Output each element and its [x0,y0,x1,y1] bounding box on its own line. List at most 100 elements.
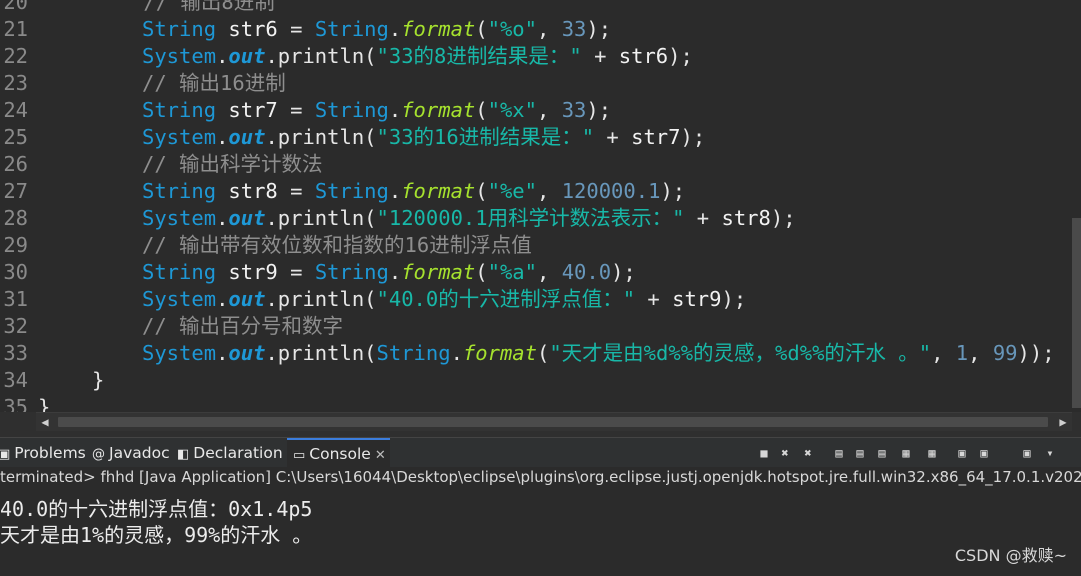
declaration-icon: ◧ [177,447,190,462]
javadoc-icon: @ [92,447,105,462]
editor-horizontal-scrollbar[interactable]: ◀ ▶ [36,412,1072,431]
code-line[interactable]: 25 System.out.println("33的16进制结果是：" + str… [0,124,1070,151]
terminate-icon[interactable]: ■ [757,446,771,460]
remove-all-terminated-icon[interactable]: ✖ [801,446,815,460]
code-token: = [277,17,315,41]
line-number: 30 [3,260,28,284]
line-number: 34 [3,368,28,392]
code-line[interactable]: 27 String str8 = String.format("%e", 1200… [0,178,1070,205]
tab-console[interactable]: ▭ Console ✕ [287,438,390,468]
code-token: + [594,125,632,149]
line-number: 22 [3,44,28,68]
show-console-stdout-icon[interactable]: ▦ [925,446,939,460]
code-token: str9 [228,260,278,284]
code-token: str8 [721,206,771,230]
code-line[interactable]: 20 // 输出8进制 [0,0,1070,16]
code-line[interactable]: 33 System.out.println(String.format("天才是由… [0,340,1070,367]
code-token: str9 [672,287,722,311]
code-line[interactable]: 21 String str6 = String.format("%o", 33); [0,16,1070,43]
console-output-line: 天才是由1%的灵感，99%的汗水 。 [0,523,313,547]
view-menu-icon[interactable]: ▾ [1043,446,1057,460]
code-token: ); [586,98,612,122]
open-console-icon[interactable]: ▣ [977,446,991,460]
code-text: String str9 = String.format("%a", 40.0); [142,259,636,286]
code-token: . [450,341,463,365]
new-console-icon[interactable]: ▣ [1020,446,1034,460]
code-token: "40.0的十六进制浮点值：" [376,287,636,311]
pin-console-icon[interactable]: ▦ [899,446,913,460]
code-token: String [142,98,217,122]
code-token: "%o" [487,17,537,41]
line-number: 23 [3,71,28,95]
code-line[interactable]: 26 // 输出科学计数法 [0,151,1070,178]
code-token: 40.0 [561,260,612,284]
code-line[interactable]: 30 String str9 = String.format("%a", 40.0… [0,259,1070,286]
code-token: . [388,179,402,203]
code-token: = [277,260,315,284]
code-token: } [92,368,105,392]
scroll-lock-icon[interactable]: ▤ [853,446,867,460]
code-line[interactable]: 24 String str7 = String.format("%x", 33); [0,97,1070,124]
scroll-left-icon[interactable]: ◀ [36,413,54,431]
code-token: + [635,287,673,311]
code-token: System [142,287,217,311]
code-token: String [142,260,217,284]
code-token: String [314,17,389,41]
word-wrap-icon[interactable]: ▤ [875,446,889,460]
code-token: , [968,341,993,365]
line-number: 28 [3,206,28,230]
code-text: System.out.println("120000.1用科学计数法表示：" +… [142,205,796,232]
line-number: 25 [3,125,28,149]
code-line[interactable]: 22 System.out.println("33的8进制结果是：" + str6… [0,43,1070,70]
code-token: format [401,260,476,284]
code-token: String [376,341,451,365]
problems-icon: ▣ [0,447,11,462]
code-token: . [216,44,229,68]
code-token: String [314,179,389,203]
code-line[interactable]: 35} [0,394,1070,412]
code-token: . [216,287,229,311]
code-token: 33 [561,98,587,122]
clear-console-icon[interactable]: ▤ [832,446,846,460]
code-line[interactable]: 23 // 输出16进制 [0,70,1070,97]
code-line[interactable]: 29 // 输出带有效位数和指数的16进制浮点值 [0,232,1070,259]
code-token: out [228,287,266,311]
code-token: . [216,206,229,230]
editor-vertical-scrollbar[interactable] [1072,0,1081,412]
code-text: String str6 = String.format("%o", 33); [142,16,611,43]
line-number: 24 [3,98,28,122]
tab-declaration[interactable]: ◧ Declaration [177,438,283,468]
code-token: ); [668,44,693,68]
horizontal-scroll-thumb[interactable] [58,417,1048,427]
code-token: + [684,206,722,230]
tab-javadoc[interactable]: @ Javadoc [92,438,170,468]
code-token: String [142,179,217,203]
code-token: out [228,341,266,365]
code-token: "%x" [487,98,537,122]
code-text: // 输出8进制 [94,0,274,16]
code-text: System.out.println("33的8进制结果是：" + str6); [142,43,693,70]
vertical-scroll-thumb[interactable] [1072,218,1081,408]
remove-launch-icon[interactable]: ✖ [778,446,792,460]
code-token: // 输出带有效位数和指数的16进制浮点值 [142,233,532,257]
tab-problems[interactable]: ▣ Problems [0,438,86,468]
watermark: CSDN @救赎~ [954,546,1067,565]
close-icon[interactable]: ✕ [375,448,386,463]
code-line[interactable]: 32 // 输出百分号和数字 [0,313,1070,340]
code-editor[interactable]: 20 // 输出8进制 21 String str6 = String.format… [0,0,1081,412]
code-token: out [228,44,266,68]
code-line[interactable]: 34} [0,367,1070,394]
code-token: ( [475,260,488,284]
console-output[interactable]: terminated> fhhd [Java Application] C:\U… [0,467,1081,576]
code-line[interactable]: 28 System.out.println("120000.1用科学计数法表示："… [0,205,1070,232]
code-line[interactable]: 31 System.out.println("40.0的十六进制浮点值：" + s… [0,286,1070,313]
code-token: . [388,17,402,41]
scroll-right-icon[interactable]: ▶ [1054,413,1072,431]
code-token: )); [1017,341,1055,365]
code-token: ); [680,125,706,149]
display-selected-console-icon[interactable]: ▣ [955,446,969,460]
code-token: ); [770,206,796,230]
code-text: } [92,367,104,394]
